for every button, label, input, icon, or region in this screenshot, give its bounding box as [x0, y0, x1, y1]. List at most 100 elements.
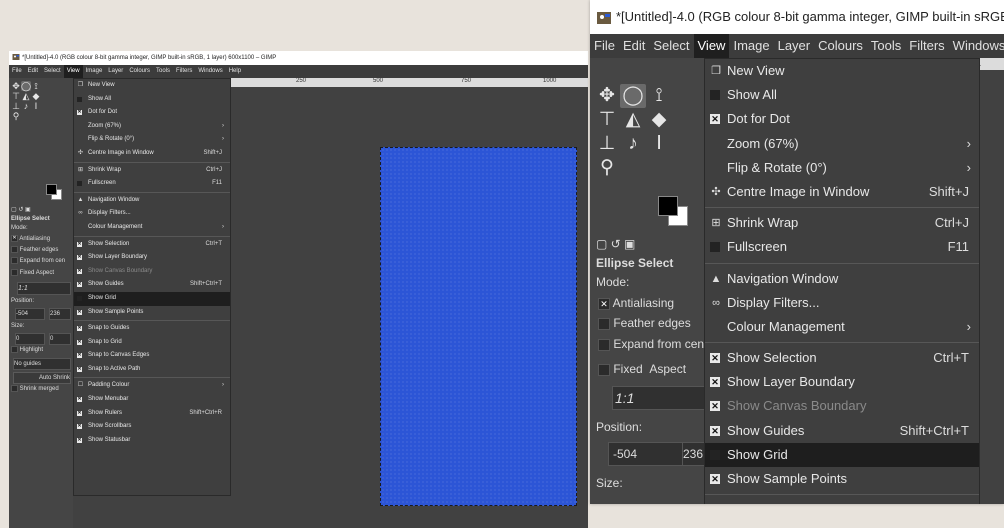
position-x-field[interactable]: -504 [15, 308, 45, 320]
guides-select[interactable]: No guides [13, 358, 71, 370]
menu-item-show-layer-boundary[interactable]: ✕ Show Layer Boundary [705, 370, 979, 394]
text-tool-icon[interactable]: Ⅰ [31, 101, 41, 111]
ellipse-select-icon[interactable]: ◯ [21, 81, 31, 91]
menu-item-show-layer-boundary[interactable]: ✕ Show Layer Boundary [74, 251, 230, 265]
smudge-icon[interactable]: ♪ [21, 101, 31, 111]
menu-filters[interactable]: Filters [173, 65, 195, 78]
expand-from-center-option[interactable]: Expand from cen [11, 256, 65, 266]
menu-item-show-canvas-boundary[interactable]: ✕ Show Canvas Boundary [705, 394, 979, 418]
menu-item-snap-to-guides[interactable]: ✕ Snap to Guides [74, 322, 230, 336]
feather-edges-option[interactable]: Feather edges [11, 245, 58, 255]
size-x-field[interactable]: 0 [15, 333, 45, 345]
menu-item-shrink-wrap[interactable]: ⊞ Shrink Wrap Ctrl+J [74, 164, 230, 178]
zoom-icon[interactable]: ⚲ [11, 111, 21, 121]
option-tabs[interactable]: ▢ ↺ ▣ [596, 234, 635, 254]
menu-item-zoom-67[interactable]: Zoom (67%) › [74, 120, 230, 134]
menu-view[interactable]: View [693, 34, 730, 58]
menu-view[interactable]: View [63, 65, 83, 78]
menu-windows[interactable]: Windows [195, 65, 225, 78]
menu-item-show-grid[interactable]: Show Grid [74, 291, 230, 306]
menu-item-show-sample-points[interactable]: ✕ Show Sample Points [74, 306, 230, 320]
position-y-field[interactable]: 236 [682, 442, 706, 466]
menu-select[interactable]: Select [41, 65, 64, 78]
fill-icon[interactable]: ◆ [646, 108, 672, 132]
menu-item-show-statusbar[interactable]: ✕ Show Statusbar [74, 434, 230, 448]
highlight-option[interactable]: Highlight [11, 345, 43, 355]
menu-item-dot-for-dot[interactable]: ✕ Dot for Dot [705, 107, 979, 131]
auto-shrink-button[interactable]: Auto Shrink [13, 372, 71, 384]
transform-icon[interactable]: ⊤ [11, 91, 21, 101]
paint-icon[interactable]: ⊥ [11, 101, 21, 111]
menu-item-snap-to-active-path[interactable]: ✕ Snap to Active Path [74, 363, 230, 377]
image-canvas[interactable] [380, 147, 577, 506]
menu-layer[interactable]: Layer [105, 65, 126, 78]
menu-item-colour-management[interactable]: Colour Management › [705, 315, 979, 339]
menu-colours[interactable]: Colours [126, 65, 153, 78]
menu-item-show-rulers[interactable]: ✕ Show Rulers Shift+Ctrl+R [74, 407, 230, 421]
menu-item-centre-image-in-window[interactable]: ✣ Centre Image in Window Shift+J [705, 180, 979, 204]
menu-image[interactable]: Image [83, 65, 106, 78]
menu-item-dot-for-dot[interactable]: ✕ Dot for Dot [74, 106, 230, 120]
menu-item-zoom-67[interactable]: Zoom (67%) › [705, 132, 979, 156]
menu-item-fullscreen[interactable]: Fullscreen F11 [74, 177, 230, 191]
menu-edit[interactable]: Edit [25, 65, 41, 78]
warp-icon[interactable]: ◭ [21, 91, 31, 101]
menu-item-new-view[interactable]: ❐ New View [74, 79, 230, 93]
menu-layer[interactable]: Layer [774, 34, 815, 58]
menu-item-snap-to-canvas-edges[interactable]: ✕ Snap to Canvas Edges [74, 349, 230, 363]
ratio-field[interactable]: 1:1 [612, 386, 706, 410]
menu-item-colour-management[interactable]: Colour Management › [74, 221, 230, 235]
menu-item-display-filters[interactable]: ∞ Display Filters... [705, 291, 979, 315]
move-tool-icon[interactable]: ✥ [594, 84, 620, 108]
menu-item-shrink-wrap[interactable]: ⊞ Shrink Wrap Ctrl+J [705, 211, 979, 235]
menu-item-show-grid[interactable]: Show Grid [705, 442, 979, 467]
menu-item-show-sample-points[interactable]: ✕ Show Sample Points [705, 467, 979, 491]
menu-tools[interactable]: Tools [867, 34, 905, 58]
menu-item-show-guides[interactable]: ✕ Show Guides Shift+Ctrl+T [705, 419, 979, 443]
feather-edges-option[interactable]: Feather edges [598, 313, 691, 333]
menu-item-show-all[interactable]: Show All [74, 93, 230, 107]
menu-file[interactable]: File [9, 65, 25, 78]
move-tool-icon[interactable]: ✥ [11, 81, 21, 91]
menu-item-centre-image-in-window[interactable]: ✣ Centre Image in Window Shift+J [74, 147, 230, 161]
menu-item-show-scrollbars[interactable]: ✕ Show Scrollbars [74, 420, 230, 434]
menu-image[interactable]: Image [729, 34, 773, 58]
foreground-colour-swatch[interactable] [46, 184, 57, 195]
paint-icon[interactable]: ⊥ [594, 132, 620, 156]
menu-item-navigation-window[interactable]: ▲ Navigation Window [74, 194, 230, 208]
expand-from-center-option[interactable]: Expand from cen [598, 334, 704, 354]
text-tool-icon[interactable]: Ⅰ [646, 132, 672, 156]
menu-help[interactable]: Help [226, 65, 244, 78]
ellipse-select-icon[interactable]: ◯ [620, 84, 646, 108]
smudge-icon[interactable]: ♪ [620, 132, 646, 156]
menu-item-show-canvas-boundary[interactable]: ✕ Show Canvas Boundary [74, 265, 230, 279]
menu-item-flip-rotate-0[interactable]: Flip & Rotate (0°) › [705, 156, 979, 180]
menu-item-navigation-window[interactable]: ▲ Navigation Window [705, 267, 979, 291]
ratio-field[interactable]: 1:1 [17, 282, 71, 295]
position-x-field[interactable]: -504 [608, 442, 684, 466]
menu-item-show-selection[interactable]: ✕ Show Selection Ctrl+T [705, 346, 979, 370]
position-y-field[interactable]: 236 [49, 308, 71, 320]
menu-tools[interactable]: Tools [153, 65, 173, 78]
menu-file[interactable]: File [590, 34, 619, 58]
menu-item-padding-colour[interactable]: ☐ Padding Colour › [74, 379, 230, 393]
menu-item-show-menubar[interactable]: ✕ Show Menubar [74, 393, 230, 407]
fill-icon[interactable]: ◆ [31, 91, 41, 101]
lasso-icon[interactable]: ⟟ [646, 84, 672, 108]
menu-item-flip-rotate-0[interactable]: Flip & Rotate (0°) › [74, 133, 230, 147]
menu-item-show-all[interactable]: Show All [705, 83, 979, 107]
menu-item-snap-to-grid[interactable]: ✕ Snap to Grid [74, 336, 230, 350]
foreground-colour-swatch[interactable] [658, 196, 678, 216]
menu-filters[interactable]: Filters [905, 34, 948, 58]
menu-windows[interactable]: Windows [949, 34, 1004, 58]
antialiasing-option[interactable]: ✕ Antialiasing [11, 234, 50, 244]
menu-item-show-selection[interactable]: ✕ Show Selection Ctrl+T [74, 238, 230, 252]
menu-select[interactable]: Select [649, 34, 693, 58]
shrink-merged-option[interactable]: Shrink merged [11, 384, 59, 394]
menu-item-fullscreen[interactable]: Fullscreen F11 [705, 235, 979, 259]
menu-item-show-guides[interactable]: ✕ Show Guides Shift+Ctrl+T [74, 278, 230, 292]
menu-item-new-view[interactable]: ❐ New View [705, 59, 979, 83]
menu-edit[interactable]: Edit [619, 34, 649, 58]
menu-item-display-filters[interactable]: ∞ Display Filters... [74, 207, 230, 221]
menu-colours[interactable]: Colours [814, 34, 867, 58]
